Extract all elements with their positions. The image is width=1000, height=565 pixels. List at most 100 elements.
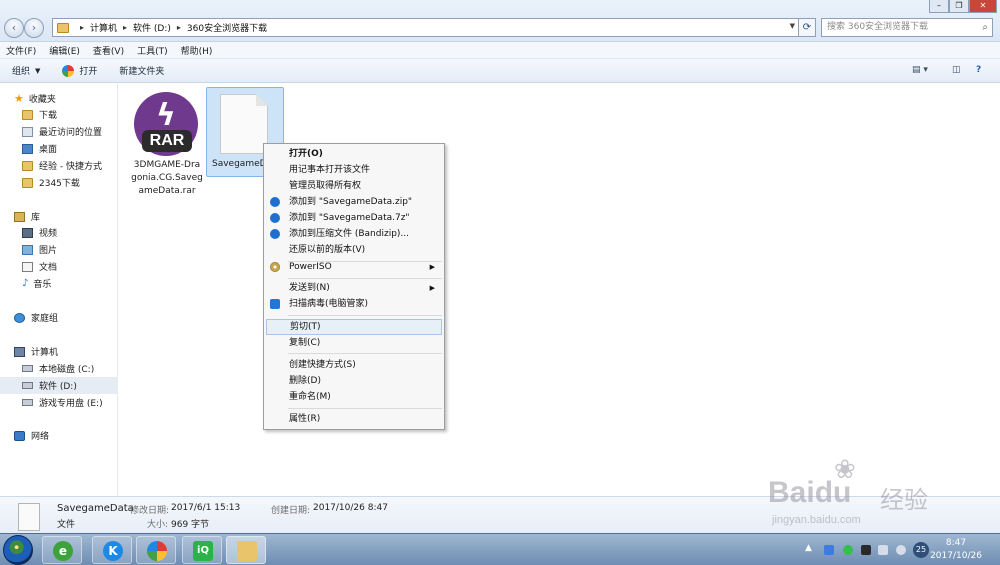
breadcrumb-chevron-icon[interactable]: ▸: [80, 23, 84, 32]
ctx-open-with-notepad[interactable]: 用记事本打开该文件: [266, 162, 442, 178]
network-tray-icon[interactable]: [878, 545, 888, 555]
rar-archive-icon[interactable]: ϟ RAR: [134, 92, 198, 156]
forward-button[interactable]: ›: [24, 18, 44, 38]
close-button[interactable]: ✕: [969, 0, 997, 13]
nav-item-downloads[interactable]: 下载: [0, 106, 118, 123]
open-button[interactable]: 打开: [62, 64, 97, 77]
menu-tools[interactable]: 工具(T): [137, 44, 168, 57]
breadcrumb-current-folder[interactable]: 360安全浏览器下载: [187, 21, 267, 34]
nav-homegroup[interactable]: 家庭组: [0, 309, 118, 326]
details-created-value: 2017/10/26 8:47: [313, 503, 388, 513]
ctx-label: 添加到 "SavegameData.zip": [289, 197, 413, 207]
help-icon[interactable]: ?: [976, 65, 981, 75]
breadcrumb-chevron-icon[interactable]: ▸: [177, 23, 181, 32]
taskbar-paint[interactable]: [136, 536, 176, 564]
menu-file[interactable]: 文件(F): [6, 44, 36, 57]
menu-help[interactable]: 帮助(H): [181, 44, 213, 57]
nav-homegroup-label: 家庭组: [31, 314, 59, 324]
nav-item-documents[interactable]: 文档: [0, 258, 118, 275]
view-options-icon[interactable]: ▤ ▾: [912, 65, 928, 75]
kugou-icon: K: [103, 541, 123, 561]
back-button[interactable]: ‹: [4, 18, 24, 38]
details-modified-value: 2017/6/1 15:13: [171, 503, 241, 513]
ctx-rename[interactable]: 重命名(M): [266, 389, 442, 405]
taskbar: e K iQ ▲ 25 8:47 2017/10/26: [0, 533, 1000, 565]
nav-item-drive-c[interactable]: 本地磁盘 (C:): [0, 360, 118, 377]
nav-item-desktop[interactable]: 桌面: [0, 140, 118, 157]
ctx-cut[interactable]: 剪切(T): [266, 319, 442, 335]
volume-icon[interactable]: [896, 545, 906, 555]
nav-item-label: 桌面: [39, 145, 58, 155]
taskbar-explorer[interactable]: [226, 536, 266, 564]
nav-network[interactable]: 网络: [0, 427, 118, 444]
refresh-button[interactable]: ⟳: [798, 18, 816, 37]
system-clock[interactable]: 8:47 2017/10/26: [926, 537, 986, 563]
menu-view[interactable]: 查看(V): [93, 44, 124, 57]
start-button[interactable]: [3, 535, 33, 565]
nav-item-pictures[interactable]: 图片: [0, 241, 118, 258]
submenu-arrow-icon: ▶: [429, 284, 435, 292]
preview-pane-icon[interactable]: ◫: [952, 65, 961, 75]
nav-item-label: 文档: [39, 263, 58, 273]
organize-button[interactable]: 组织 ▼: [12, 64, 40, 78]
tray-expand-icon[interactable]: ▲: [805, 543, 812, 553]
music-note-icon: ♪: [22, 278, 29, 289]
bandizip-icon: [270, 213, 280, 223]
nav-computer[interactable]: 计算机: [0, 343, 118, 360]
ctx-properties[interactable]: 属性(R): [266, 411, 442, 427]
taskbar-360-browser[interactable]: e: [42, 536, 82, 564]
ctx-delete[interactable]: 删除(D): [266, 373, 442, 389]
nav-item-recent[interactable]: 最近访问的位置: [0, 123, 118, 140]
search-icon: ⌕: [982, 22, 988, 33]
nav-item-label: 2345下载: [39, 179, 80, 189]
nav-item-drive-d[interactable]: 软件 (D:): [0, 377, 118, 394]
refresh-icon: ⟳: [802, 22, 812, 33]
tray-app-icon[interactable]: [843, 545, 853, 555]
nav-item-music[interactable]: ♪ 音乐: [0, 275, 118, 292]
maximize-button[interactable]: ❐: [949, 0, 969, 13]
ctx-restore-previous-versions[interactable]: 还原以前的版本(V): [266, 242, 442, 258]
ctx-create-shortcut[interactable]: 创建快捷方式(S): [266, 357, 442, 373]
new-folder-button[interactable]: 新建文件夹: [119, 64, 164, 77]
nav-item-jingyan-shortcut[interactable]: 经验 - 快捷方式: [0, 157, 118, 174]
nav-item-2345-downloads[interactable]: 2345下载: [0, 174, 118, 191]
breadcrumb-chevron-icon[interactable]: ▸: [123, 23, 127, 32]
address-dropdown-icon[interactable]: ▼: [790, 22, 795, 30]
breadcrumb-drive-d[interactable]: 软件 (D:): [133, 21, 171, 34]
open-label: 打开: [79, 67, 98, 77]
ctx-open[interactable]: 打开(O): [266, 146, 442, 162]
blank-file-icon[interactable]: [220, 94, 268, 154]
ctx-take-ownership[interactable]: 管理员取得所有权: [266, 178, 442, 194]
taskbar-iqiyi[interactable]: iQ: [182, 536, 222, 564]
ctx-label: PowerISO: [289, 262, 332, 272]
shield-tray-icon[interactable]: [824, 545, 834, 555]
ctx-poweriso[interactable]: PowerISO ▶: [266, 259, 442, 275]
nav-libraries[interactable]: 库: [0, 208, 118, 225]
address-bar[interactable]: ▸ 计算机 ▸ 软件 (D:) ▸ 360安全浏览器下载 ▼: [52, 18, 814, 37]
ctx-add-to-7z[interactable]: 添加到 "SavegameData.7z": [266, 210, 442, 226]
nav-favorites[interactable]: ★ 收藏夹: [0, 90, 118, 107]
bandizip-icon: [270, 197, 280, 207]
command-toolbar: 组织 ▼ 打开 新建文件夹 ▤ ▾ ◫ ?: [0, 59, 1000, 83]
menu-edit[interactable]: 编辑(E): [49, 44, 80, 57]
ctx-add-to-archive-bandizip[interactable]: 添加到压缩文件 (Bandizip)...: [266, 226, 442, 242]
nav-item-drive-e[interactable]: 游戏专用盘 (E:): [0, 394, 118, 411]
ctx-add-to-zip[interactable]: 添加到 "SavegameData.zip": [266, 194, 442, 210]
bandizip-icon: [270, 229, 280, 239]
video-library-icon: [22, 227, 33, 238]
navigation-pane: ★ 收藏夹 下载 最近访问的位置 桌面 经验 - 快捷方式 2345下载 库 视…: [0, 84, 118, 496]
tray-app-icon[interactable]: [861, 545, 871, 555]
ctx-send-to[interactable]: 发送到(N) ▶: [266, 280, 442, 296]
breadcrumb-computer[interactable]: 计算机: [90, 21, 117, 34]
minimize-button[interactable]: –: [929, 0, 949, 13]
search-input[interactable]: 搜索 360安全浏览器下载 ⌕: [821, 18, 993, 37]
ctx-separator: [288, 353, 442, 354]
submenu-arrow-icon: ▶: [429, 263, 435, 271]
nav-item-label: 图片: [39, 246, 58, 256]
file-name-rar[interactable]: 3DMGAME-Dra gonia.CG.Saveg ameData.rar: [128, 159, 206, 198]
network-icon: [14, 430, 25, 441]
nav-item-videos[interactable]: 视频: [0, 224, 118, 241]
taskbar-kugou[interactable]: K: [92, 536, 132, 564]
ctx-scan-virus[interactable]: 扫描病毒(电脑管家): [266, 296, 442, 312]
ctx-copy[interactable]: 复制(C): [266, 335, 442, 351]
